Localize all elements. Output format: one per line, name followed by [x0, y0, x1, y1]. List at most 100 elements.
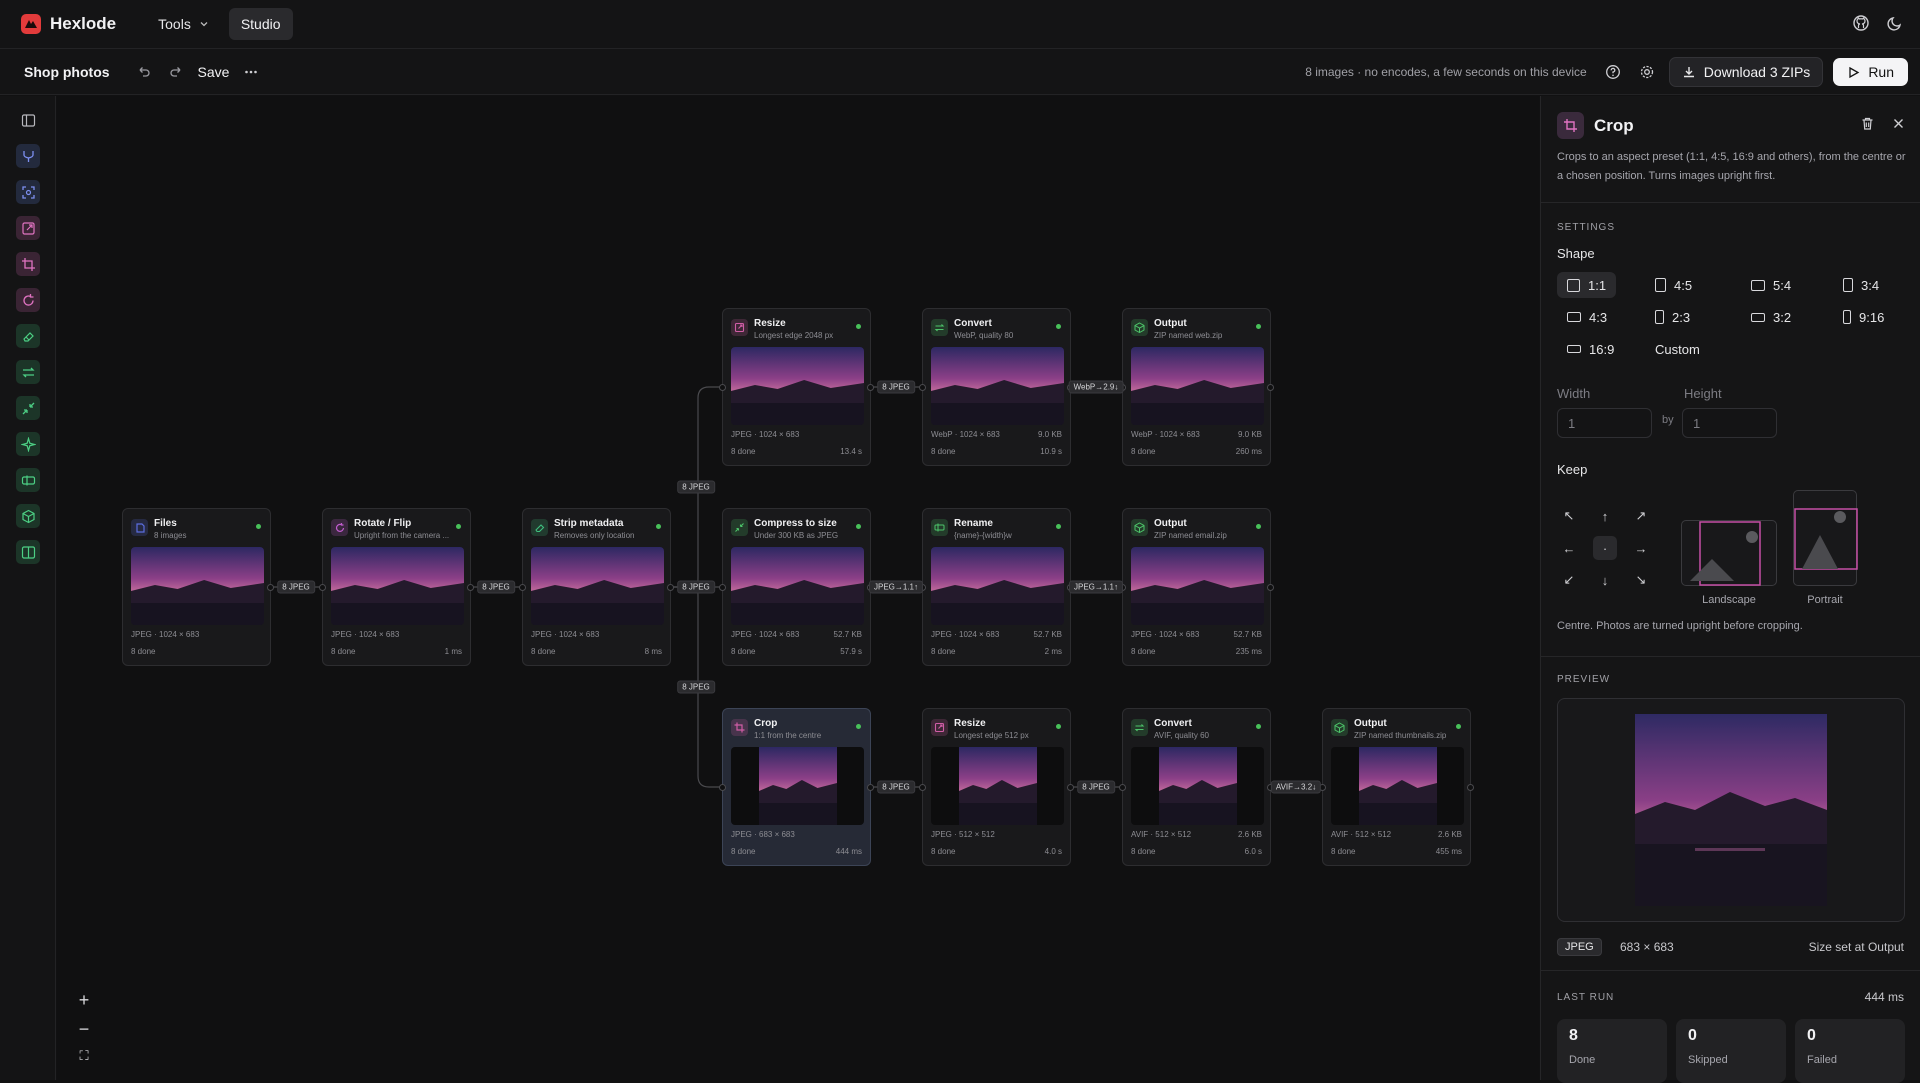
node-subtitle: AVIF, quality 60 [1154, 731, 1209, 740]
scan-icon[interactable] [16, 180, 40, 204]
github-icon[interactable] [1852, 14, 1870, 32]
shape-option[interactable]: 9:16 [1833, 304, 1894, 330]
redo-icon[interactable] [164, 60, 188, 84]
shape-option[interactable]: 1:1 [1557, 272, 1617, 298]
node-output2[interactable]: Output ZIP named email.zip JPEG · 1024 ×… [1119, 508, 1274, 666]
eraser-icon[interactable] [16, 324, 40, 348]
preview-image [1635, 714, 1827, 906]
shape-option[interactable]: 4:3 [1557, 304, 1617, 330]
node-subtitle: ZIP named email.zip [1154, 531, 1227, 540]
download-zips-button[interactable]: Download 3 ZIPs [1668, 57, 1824, 87]
settings-gear-icon[interactable] [1635, 60, 1659, 84]
toggle-sidebar-icon[interactable] [16, 108, 40, 132]
theme-moon-icon[interactable] [1886, 14, 1904, 32]
branch-icon[interactable] [16, 144, 40, 168]
anchor-top-right-icon[interactable]: ↗ [1629, 504, 1653, 528]
resize-icon[interactable] [16, 216, 40, 240]
save-button[interactable]: Save [198, 64, 230, 80]
shape-option[interactable]: 4:5 [1645, 272, 1702, 298]
crop-icon[interactable] [16, 252, 40, 276]
node-rename[interactable]: Rename {name}-{width}w JPEG · 1024 × 683… [919, 508, 1074, 666]
node-rotate[interactable]: Rotate / Flip Upright from the camera ..… [319, 508, 474, 666]
edge-label: 8 JPEG [677, 480, 715, 494]
height-input[interactable]: 1 [1682, 408, 1777, 438]
anchor-bottom-left-icon[interactable]: ↙ [1557, 568, 1581, 592]
more-options-icon[interactable] [239, 60, 263, 84]
node-format: WebP · 1024 × 683 [931, 430, 1000, 439]
width-input[interactable]: 1 [1557, 408, 1652, 438]
output-port[interactable] [867, 384, 874, 391]
input-port[interactable] [719, 584, 726, 591]
node-convert2[interactable]: Convert AVIF, quality 60 AVIF · 512 × 51… [1119, 708, 1274, 866]
close-icon[interactable] [1891, 116, 1906, 131]
stat-skipped: 0 Skipped [1676, 1019, 1786, 1083]
convert-icon[interactable] [16, 360, 40, 384]
input-port[interactable] [919, 784, 926, 791]
anchor-left-icon[interactable]: ← [1557, 536, 1581, 560]
portrait-preview[interactable] [1793, 490, 1858, 586]
anchor-bottom-icon[interactable]: ↓ [1593, 568, 1617, 592]
node-subtitle: Removes only location [554, 531, 635, 540]
help-icon[interactable] [1601, 60, 1625, 84]
compress-icon[interactable] [16, 396, 40, 420]
shape-option[interactable]: 3:2 [1741, 304, 1801, 330]
undo-icon[interactable] [132, 60, 156, 84]
shape-option[interactable]: 5:4 [1741, 272, 1801, 298]
last-run-time: 444 ms [1864, 990, 1904, 1004]
project-name[interactable]: Shop photos [24, 64, 110, 80]
output-port[interactable] [1267, 584, 1274, 591]
aspect-shape-icon [1751, 279, 1765, 291]
shape-option[interactable]: 16:9 [1557, 336, 1624, 362]
fit-view-icon[interactable]: ⛶ [75, 1048, 93, 1064]
node-strip[interactable]: Strip metadata Removes only location JPE… [519, 508, 674, 666]
brand[interactable]: Hexlode [20, 13, 116, 35]
preview-section-label: PREVIEW [1557, 674, 1611, 685]
node-crop[interactable]: Crop 1:1 from the centre JPEG · 683 × 68… [719, 708, 874, 866]
rotate-icon[interactable] [16, 288, 40, 312]
anchor-top-left-icon[interactable]: ↖ [1557, 504, 1581, 528]
output-port[interactable] [867, 784, 874, 791]
shape-option[interactable]: 2:3 [1645, 304, 1700, 330]
node-output3[interactable]: Output ZIP named thumbnails.zip AVIF · 5… [1319, 708, 1474, 866]
trash-icon[interactable] [1860, 116, 1875, 131]
shape-option[interactable]: Custom [1645, 336, 1710, 362]
edge-label: JPEG→1.1↑ [1068, 580, 1124, 594]
input-port[interactable] [319, 584, 326, 591]
output-port[interactable] [1267, 384, 1274, 391]
node-title: Output [1354, 718, 1387, 729]
node-resize2[interactable]: Resize Longest edge 512 px JPEG · 512 × … [919, 708, 1074, 866]
node-compress[interactable]: Compress to size Under 300 KB as JPEG JP… [719, 508, 874, 666]
node-convert1[interactable]: Convert WebP, quality 80 WebP · 1024 × 6… [919, 308, 1074, 466]
sparkle-icon[interactable] [16, 432, 40, 456]
output-package-icon[interactable] [16, 504, 40, 528]
output-port[interactable] [667, 584, 674, 591]
pipeline-canvas[interactable]: Files 8 images JPEG · 1024 × 683 8 done … [57, 96, 1539, 1080]
shape-option[interactable]: 3:4 [1833, 272, 1889, 298]
output-port[interactable] [1467, 784, 1474, 791]
anchor-right-icon[interactable]: → [1629, 536, 1653, 560]
output-port[interactable] [1067, 784, 1074, 791]
run-button[interactable]: Run [1833, 58, 1908, 86]
input-port[interactable] [1119, 784, 1126, 791]
node-title: Resize [954, 718, 986, 729]
node-files[interactable]: Files 8 images JPEG · 1024 × 683 8 done [122, 508, 274, 666]
anchor-centre-icon[interactable]: · [1593, 536, 1617, 560]
studio-tab[interactable]: Studio [228, 8, 293, 40]
tools-menu[interactable]: Tools [152, 10, 215, 38]
zoom-in-icon[interactable]: + [75, 990, 93, 1011]
input-port[interactable] [519, 584, 526, 591]
input-port[interactable] [919, 384, 926, 391]
input-port[interactable] [719, 784, 726, 791]
anchor-top-icon[interactable]: ↑ [1593, 504, 1617, 528]
output-port[interactable] [267, 584, 274, 591]
node-output1[interactable]: Output ZIP named web.zip WebP · 1024 × 6… [1119, 308, 1274, 466]
node-resize1[interactable]: Resize Longest edge 2048 px JPEG · 1024 … [719, 308, 874, 466]
landscape-preview[interactable] [1681, 520, 1777, 586]
output-port[interactable] [467, 584, 474, 591]
rename-icon[interactable] [16, 468, 40, 492]
anchor-bottom-right-icon[interactable]: ↘ [1629, 568, 1653, 592]
zoom-out-icon[interactable]: − [75, 1019, 93, 1040]
input-port[interactable] [719, 384, 726, 391]
compare-icon[interactable] [16, 540, 40, 564]
settings-section-label: SETTINGS [1557, 222, 1616, 233]
